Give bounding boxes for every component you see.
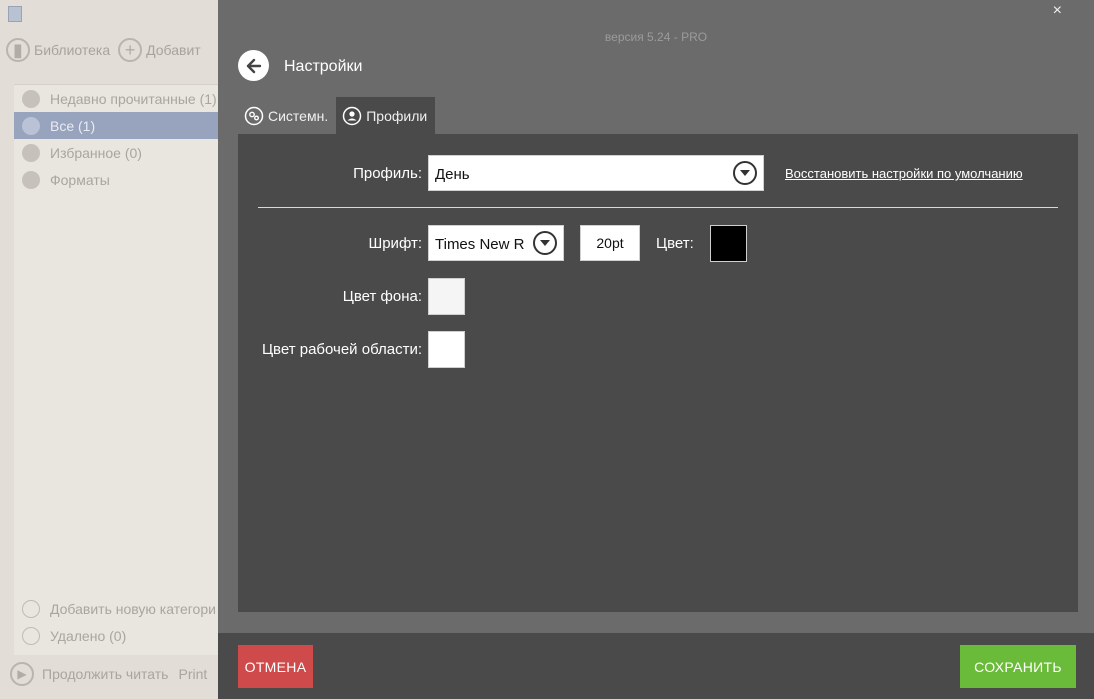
- library-toolbar: ▮ Библиотека + Добавит: [6, 38, 209, 62]
- library-button-label: Библиотека: [34, 42, 111, 58]
- category-recent[interactable]: Недавно прочитанные (1): [14, 85, 218, 112]
- back-button[interactable]: [238, 50, 269, 81]
- action-bar: ОТМЕНА СОХРАНИТЬ: [218, 633, 1094, 699]
- tab-profiles-label: Профили: [366, 107, 428, 124]
- plus-icon: [22, 599, 40, 618]
- add-book-button-label: Добавит: [146, 42, 201, 58]
- user-icon: [342, 106, 362, 125]
- settings-dialog: версия 5.24 - PRO × Настройки Системн. П…: [218, 0, 1094, 699]
- version-label: версия 5.24 - PRO: [604, 30, 708, 44]
- add-category-label: Добавить новую категори: [50, 600, 216, 617]
- settings-tabs: Системн. Профили: [238, 97, 436, 134]
- category-favorites[interactable]: Избранное (0): [14, 139, 218, 166]
- category-actions: Добавить новую категори Удалено (0): [14, 595, 218, 649]
- tab-profiles[interactable]: Профили: [336, 97, 436, 134]
- add-book-button[interactable]: + Добавит: [118, 38, 201, 62]
- book-icon: [22, 116, 40, 135]
- font-color-swatch[interactable]: [710, 225, 747, 262]
- font-color-label: Цвет:: [656, 235, 694, 252]
- library-button[interactable]: ▮ Библиотека: [6, 38, 110, 62]
- font-label: Шрифт:: [368, 235, 422, 252]
- close-button[interactable]: ×: [1053, 2, 1062, 20]
- play-icon[interactable]: ▶: [10, 662, 34, 686]
- category-label: Все (1): [50, 117, 96, 134]
- workspace-color-swatch[interactable]: [428, 331, 465, 368]
- restore-defaults-link[interactable]: Восстановить настройки по умолчанию: [785, 166, 1023, 181]
- page-title: Настройки: [284, 58, 363, 75]
- library-footer: ▶ Продолжить читать Print: [10, 662, 207, 686]
- arrow-left-icon: [246, 58, 261, 73]
- chevron-down-icon: [733, 161, 757, 185]
- plus-icon: +: [118, 38, 143, 62]
- tab-system[interactable]: Системн.: [238, 97, 336, 134]
- deleted-category[interactable]: Удалено (0): [14, 622, 218, 649]
- cancel-button[interactable]: ОТМЕНА: [238, 645, 313, 688]
- profiles-panel: Профиль: День Восстановить настройки по …: [238, 134, 1078, 612]
- library-window: ▮ Библиотека + Добавит Недавно прочитанн…: [0, 0, 218, 699]
- print-button[interactable]: Print: [178, 666, 207, 682]
- profile-select[interactable]: День: [428, 155, 764, 191]
- star-icon: [22, 143, 40, 162]
- trash-icon: [22, 626, 40, 645]
- chevron-down-icon: [533, 231, 557, 255]
- category-label: Форматы: [50, 171, 110, 188]
- deleted-category-label: Удалено (0): [50, 627, 127, 644]
- category-all[interactable]: Все (1): [14, 112, 218, 139]
- divider: [258, 207, 1058, 208]
- share-icon: [22, 89, 40, 108]
- tab-system-label: Системн.: [268, 107, 329, 124]
- profile-label: Профиль:: [353, 165, 422, 182]
- profile-select-value: День: [435, 166, 470, 183]
- app-logo-icon: [8, 6, 22, 22]
- file-icon: [22, 170, 40, 189]
- workspace-color-label: Цвет рабочей области:: [261, 341, 422, 358]
- category-label: Недавно прочитанные (1): [50, 90, 217, 107]
- background-color-swatch[interactable]: [428, 278, 465, 315]
- gears-icon: [244, 106, 264, 125]
- category-label: Избранное (0): [50, 144, 142, 161]
- font-select[interactable]: Times New Roman: [428, 225, 564, 261]
- add-category-button[interactable]: Добавить новую категори: [14, 595, 218, 622]
- background-color-label: Цвет фона:: [342, 288, 422, 305]
- continue-reading-button[interactable]: Продолжить читать: [42, 666, 168, 682]
- font-size-input[interactable]: [580, 225, 640, 261]
- category-list: Недавно прочитанные (1) Все (1) Избранно…: [14, 84, 218, 655]
- save-button[interactable]: СОХРАНИТЬ: [960, 645, 1076, 688]
- category-formats[interactable]: Форматы: [14, 166, 218, 193]
- book-icon: ▮: [6, 38, 30, 62]
- font-select-value: Times New Roman: [435, 236, 525, 253]
